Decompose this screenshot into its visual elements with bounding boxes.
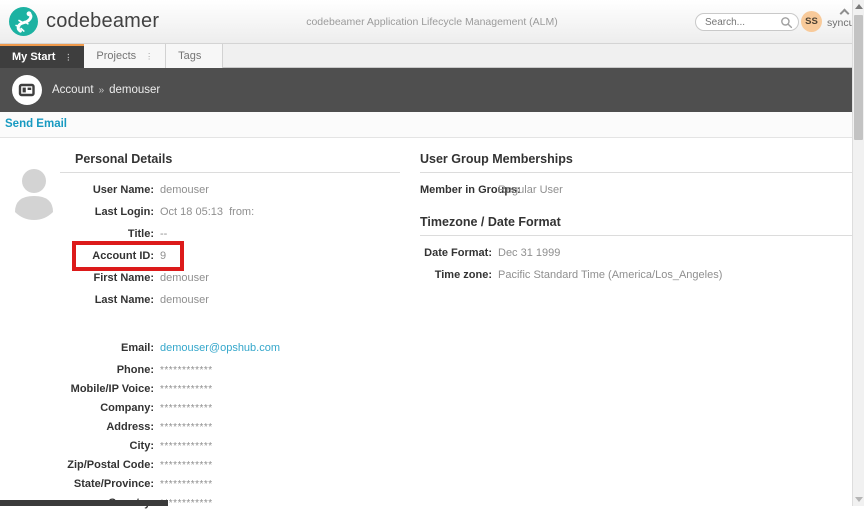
field-value: ************ bbox=[160, 440, 213, 452]
tab-label: Projects bbox=[96, 45, 136, 68]
logo-text: codebeamer bbox=[46, 10, 159, 33]
field-value: ************ bbox=[160, 478, 213, 490]
field-label: Email: bbox=[60, 342, 160, 354]
tab-menu-icon[interactable]: ⋮ bbox=[145, 45, 153, 68]
section-divider bbox=[420, 172, 856, 173]
field-label: Zip/Postal Code: bbox=[60, 459, 160, 471]
field-label: Member in Groups: bbox=[420, 184, 498, 196]
field-label: Company: bbox=[60, 402, 160, 414]
nav-tab[interactable]: My Start ⋮ bbox=[0, 44, 84, 68]
section-divider bbox=[60, 172, 400, 173]
field-row: Account ID: 9 bbox=[60, 247, 400, 269]
search-input[interactable] bbox=[696, 17, 774, 28]
vertical-scrollbar[interactable] bbox=[852, 0, 864, 506]
field-value: Oct 18 05:13 from: bbox=[160, 206, 254, 218]
field-value: ************ bbox=[160, 421, 213, 433]
send-email-link[interactable]: Send Email bbox=[5, 112, 67, 137]
search-box[interactable] bbox=[695, 13, 799, 31]
scroll-down-arrow-icon[interactable] bbox=[855, 497, 863, 502]
field-value: ************ bbox=[160, 383, 213, 395]
field-label: Mobile/IP Voice: bbox=[60, 383, 160, 395]
field-value: ************ bbox=[160, 459, 213, 471]
field-value: demouser bbox=[160, 294, 209, 306]
breadcrumb-bar: Account » demouser bbox=[0, 68, 864, 112]
field-row: State/Province: ************ bbox=[60, 475, 400, 494]
field-row: Address: ************ bbox=[60, 418, 400, 437]
field-value: Pacific Standard Time (America/Los_Angel… bbox=[498, 269, 722, 281]
field-label: Time zone: bbox=[420, 269, 498, 281]
field-label: Address: bbox=[60, 421, 160, 433]
account-icon bbox=[12, 75, 42, 105]
main-tab-bar: My Start ⋮ Projects ⋮ Tags bbox=[0, 44, 864, 68]
user-avatar[interactable]: SS bbox=[801, 11, 822, 32]
field-value: 9 bbox=[160, 250, 166, 262]
profile-photo-placeholder bbox=[11, 165, 57, 228]
personal-details-title: Personal Details bbox=[60, 152, 400, 166]
scroll-up-arrow-icon[interactable] bbox=[855, 4, 863, 9]
user-groups-rows: Member in Groups: Regular User bbox=[420, 181, 856, 203]
field-row: Last Name: demouser bbox=[60, 291, 400, 313]
field-label: Date Format: bbox=[420, 247, 498, 259]
field-row: Company: ************ bbox=[60, 399, 400, 418]
field-row: Mobile/IP Voice: ************ bbox=[60, 380, 400, 399]
field-label: User Name: bbox=[60, 184, 160, 196]
breadcrumb-separator: » bbox=[99, 85, 105, 96]
codebeamer-logo[interactable]: codebeamer bbox=[9, 7, 159, 36]
breadcrumb: Account » demouser bbox=[52, 68, 160, 113]
personal-details-section: Personal Details User Name: demouser Las… bbox=[60, 152, 400, 513]
nav-tab[interactable]: Tags bbox=[166, 44, 223, 68]
account-page-content: Personal Details User Name: demouser Las… bbox=[0, 138, 864, 506]
field-label: Title: bbox=[60, 228, 160, 240]
breadcrumb-section[interactable]: Account bbox=[52, 84, 94, 96]
field-row: First Name: demouser bbox=[60, 269, 400, 291]
field-row: User Name: demouser bbox=[60, 181, 400, 203]
field-row: Date Format: Dec 31 1999 bbox=[420, 244, 856, 266]
field-label: State/Province: bbox=[60, 478, 160, 490]
field-label: Account ID: bbox=[60, 250, 160, 262]
email-link[interactable]: demouser@opshub.com bbox=[160, 342, 280, 354]
field-row: Time zone: Pacific Standard Time (Americ… bbox=[420, 266, 856, 288]
field-label: Last Login: bbox=[60, 206, 160, 218]
field-row: Title: -- bbox=[60, 225, 400, 247]
field-value: ************ bbox=[160, 364, 213, 376]
field-label: Last Name: bbox=[60, 294, 160, 306]
field-value: demouser bbox=[160, 184, 209, 196]
timezone-rows: Date Format: Dec 31 1999 Time zone: Paci… bbox=[420, 244, 856, 288]
field-row: Member in Groups: Regular User bbox=[420, 181, 856, 203]
app-title: codebeamer Application Lifecycle Managem… bbox=[200, 16, 664, 28]
tab-menu-icon[interactable]: ⋮ bbox=[64, 47, 72, 68]
field-label: Phone: bbox=[60, 364, 160, 376]
section-gap bbox=[420, 203, 856, 215]
field-label: First Name: bbox=[60, 272, 160, 284]
field-row: Phone: ************ bbox=[60, 361, 400, 380]
timezone-section: Timezone / Date Format Date Format: Dec … bbox=[420, 215, 856, 288]
field-row bbox=[60, 313, 400, 339]
field-value: ************ bbox=[160, 402, 213, 414]
field-value: Regular User bbox=[498, 184, 563, 196]
gecko-logo-icon bbox=[9, 7, 38, 36]
app-header: codebeamer codebeamer Application Lifecy… bbox=[0, 0, 864, 44]
search-icon[interactable] bbox=[780, 16, 793, 34]
field-row: Zip/Postal Code: ************ bbox=[60, 456, 400, 475]
field-row: City: ************ bbox=[60, 437, 400, 456]
nav-tab[interactable]: Projects ⋮ bbox=[84, 44, 166, 68]
field-value: Dec 31 1999 bbox=[498, 247, 560, 259]
action-row: Send Email bbox=[0, 112, 864, 138]
field-row: Email: demouser@opshub.com bbox=[60, 339, 400, 361]
right-column: User Group Memberships Member in Groups:… bbox=[420, 152, 856, 288]
field-label: City: bbox=[60, 440, 160, 452]
user-groups-section: User Group Memberships Member in Groups:… bbox=[420, 152, 856, 203]
field-value: demouser bbox=[160, 272, 209, 284]
tab-label: Tags bbox=[178, 45, 201, 68]
section-divider bbox=[420, 235, 856, 236]
breadcrumb-current: demouser bbox=[109, 84, 160, 96]
field-value: -- bbox=[160, 228, 167, 240]
field-row: Last Login: Oct 18 05:13 from: bbox=[60, 203, 400, 225]
tab-label: My Start bbox=[12, 47, 55, 68]
personal-details-rows: User Name: demouser Last Login: Oct 18 0… bbox=[60, 181, 400, 513]
user-groups-title: User Group Memberships bbox=[420, 152, 856, 166]
timezone-title: Timezone / Date Format bbox=[420, 215, 856, 229]
scrollbar-thumb[interactable] bbox=[854, 15, 863, 140]
bottom-partial-element bbox=[0, 500, 168, 506]
